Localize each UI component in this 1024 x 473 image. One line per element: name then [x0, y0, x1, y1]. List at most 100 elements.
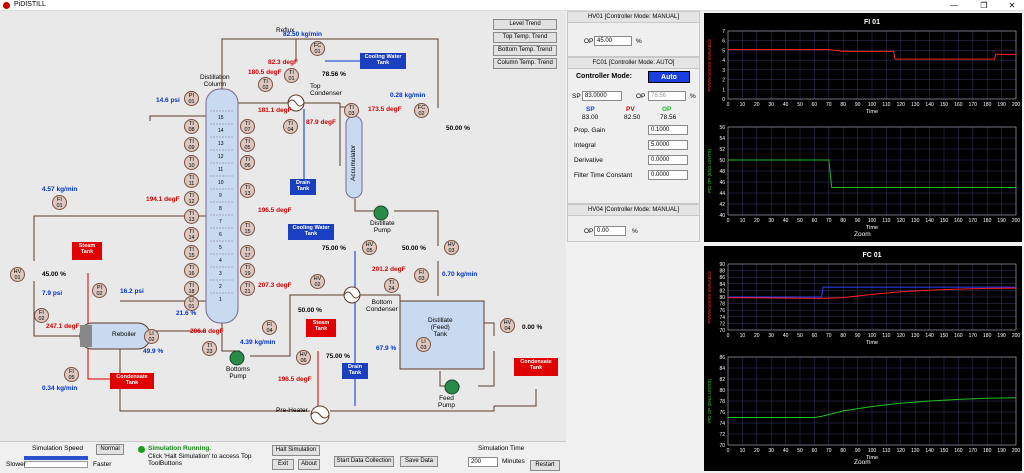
zoom-label-2[interactable]: Zoom — [854, 459, 871, 466]
li03-bubble[interactable]: LI 03 — [416, 337, 431, 352]
sim-time-input[interactable]: 200 — [468, 457, 498, 467]
x-tick-label: 160 — [954, 102, 963, 108]
ti15-bubble[interactable]: TI 15 — [240, 221, 255, 236]
fi04-bubble[interactable]: FI 04 — [262, 320, 277, 335]
column-temp-trend-button[interactable]: Column Temp. Trend — [493, 58, 557, 69]
ti24-bubble[interactable]: TI 24 — [384, 278, 399, 293]
fi05-bubble[interactable]: FI 05 — [64, 367, 79, 382]
hv01-op-input[interactable]: 45.00 — [594, 36, 632, 46]
x-tick-label: 40 — [783, 102, 789, 108]
x-tick-label: 90 — [855, 218, 861, 224]
reading-7-9: 7.9 psi — [42, 290, 63, 297]
ti16-bubble[interactable]: TI 16 — [184, 263, 199, 278]
mode-auto-button[interactable]: Auto — [648, 71, 690, 83]
minimize-button[interactable]: — — [944, 0, 964, 11]
ti21-bubble[interactable]: TI 21 — [240, 281, 255, 296]
x-tick-label: 50 — [797, 218, 803, 224]
bottom-temp-trend-button[interactable]: Bottom Temp. Trend — [493, 45, 557, 56]
ti13-bubble-left[interactable]: TI 13 — [184, 209, 199, 224]
top-temp-trend-button[interactable]: Top Temp. Trend — [493, 32, 557, 43]
li02-bubble[interactable]: LI 02 — [144, 329, 159, 344]
ti08-bubble[interactable]: TI 08 — [184, 119, 199, 134]
x-tick-label: 50 — [797, 102, 803, 108]
ti15-bubble-left[interactable]: TI 15 — [184, 245, 199, 260]
normal-speed-button[interactable]: Normal — [96, 444, 124, 455]
x-tick-label: 130 — [911, 333, 920, 339]
ti06-bubble[interactable]: TI 06 — [240, 155, 255, 170]
reading-50-top: 50.00 % — [446, 125, 470, 132]
hv05-bubble[interactable]: HV 05 — [362, 240, 377, 255]
tray-14: 14 — [218, 128, 224, 134]
x-tick-label: 10 — [740, 218, 746, 224]
maximize-button[interactable]: ❐ — [974, 0, 994, 11]
ti05-bubble[interactable]: TI 05 — [240, 137, 255, 152]
running-status: Simulation Running. — [148, 445, 212, 452]
fi03-bubble[interactable]: FI 03 — [414, 268, 429, 283]
hv04-op-input[interactable]: 0.00 — [594, 226, 626, 236]
save-data-button[interactable]: Save Data — [400, 456, 438, 467]
x-tick-label: 110 — [882, 102, 890, 108]
ti04-bubble[interactable]: TI 04 — [283, 119, 298, 134]
y-tick-label: 82 — [719, 288, 725, 294]
pi01-bubble[interactable]: PI 01 — [184, 91, 199, 106]
reading-180-5: 180.5 degF — [248, 69, 282, 76]
li01-bubble[interactable]: LI 01 — [184, 296, 199, 311]
sp-input[interactable]: 83.0000 — [582, 91, 622, 101]
x-tick-label: 110 — [882, 448, 890, 454]
x-tick-label: 100 — [868, 218, 877, 224]
ti14-bubble[interactable]: TI 14 — [184, 227, 199, 242]
fc02-bubble[interactable]: FC 02 — [414, 103, 429, 118]
pi02-bubble[interactable]: PI 02 — [92, 283, 107, 298]
ti23-bubble[interactable]: TI 23 — [202, 341, 217, 356]
fi02-bubble[interactable]: FI 02 — [34, 308, 49, 323]
hv04-bubble[interactable]: HV 04 — [500, 318, 515, 333]
halt-simulation-button[interactable]: Halt Simulation — [272, 445, 320, 456]
exit-button[interactable]: Exit — [272, 459, 294, 470]
ti03-bubble[interactable]: TI 03 — [344, 103, 359, 118]
speed-scrollbar[interactable] — [24, 461, 88, 468]
ti01-bubble[interactable]: TI 01 — [284, 68, 299, 83]
ti13-bubble[interactable]: TI 13 — [240, 183, 255, 198]
fi01-bubble[interactable]: FI 01 — [52, 195, 67, 210]
x-tick-label: 40 — [783, 333, 789, 339]
ti11-bubble[interactable]: TI 11 — [184, 173, 199, 188]
reading-87-9: 87.9 degF — [306, 119, 336, 126]
hv04-panel: HV04 [Controller Mode: MANUAL] OP 0.00 % — [567, 204, 700, 242]
x-tick-label: 40 — [783, 448, 789, 454]
op-input: 78.56 — [648, 91, 686, 101]
x-tick-label: 0 — [727, 333, 730, 339]
ti07-bubble[interactable]: TI 07 — [240, 119, 255, 134]
integral-input[interactable]: 5.0000 — [648, 140, 688, 150]
close-button[interactable]: ✕ — [1002, 0, 1022, 11]
x-tick-label: 140 — [925, 102, 934, 108]
x-tick-label: 160 — [954, 333, 963, 339]
hv02-bubble[interactable]: HV 02 — [310, 274, 325, 289]
x-tick-label: 130 — [911, 448, 920, 454]
y-tick-label: 78 — [719, 399, 725, 405]
ti18-bubble[interactable]: TI 18 — [184, 281, 199, 296]
y-tick-label: 6 — [722, 39, 725, 45]
preheater-label: Pre-Heater — [276, 407, 308, 414]
start-data-collection-button[interactable]: Start Data Collection — [334, 456, 394, 467]
prop-gain-input[interactable]: 0.1000 — [648, 125, 688, 135]
fc01-bubble[interactable]: FC 01 — [310, 41, 325, 56]
faster-label: Faster — [93, 461, 112, 468]
ti17-bubble[interactable]: TI 17 — [240, 245, 255, 260]
speed-track[interactable] — [24, 456, 88, 460]
ti10-bubble[interactable]: TI 10 — [184, 155, 199, 170]
zoom-label-1[interactable]: Zoom — [854, 231, 871, 238]
hv06-bubble[interactable]: HV 06 — [296, 350, 311, 365]
reading-201-2: 201.2 degF — [372, 266, 406, 273]
about-button[interactable]: About — [298, 459, 320, 470]
hv03-bubble[interactable]: HV 03 — [444, 240, 459, 255]
derivative-input[interactable]: 0.0000 — [648, 155, 688, 165]
filter-time-input[interactable]: 0.0000 — [648, 170, 688, 180]
ti09-bubble[interactable]: TI 09 — [184, 137, 199, 152]
tray-8: 8 — [219, 206, 222, 212]
restart-button[interactable]: Restart — [530, 460, 560, 471]
hv01-bubble[interactable]: HV 01 — [10, 267, 25, 282]
ti02-bubble[interactable]: TI 02 — [258, 77, 273, 92]
ti19-bubble[interactable]: TI 19 — [240, 263, 255, 278]
level-trend-button[interactable]: Level Trend — [493, 19, 557, 30]
ti12-bubble[interactable]: TI 12 — [184, 191, 199, 206]
